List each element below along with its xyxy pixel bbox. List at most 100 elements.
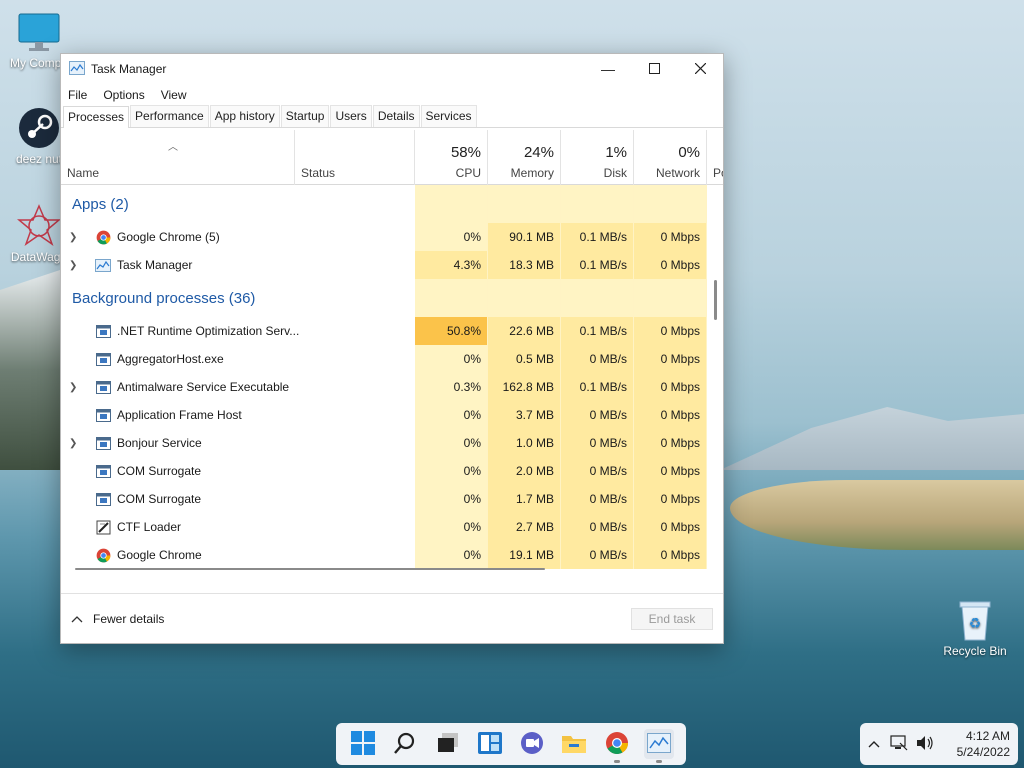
volume-icon[interactable] <box>916 735 934 754</box>
process-cpu-cell: 0% <box>415 223 488 251</box>
process-memory-cell: 0.5 MB <box>488 345 561 373</box>
taskmgr-icon <box>95 257 111 273</box>
group-network-cell <box>634 279 707 317</box>
maximize-button[interactable] <box>631 54 677 84</box>
column-header-cpu[interactable]: 58% CPU <box>415 130 488 185</box>
table-row[interactable]: ❯ Google Chrome (5) 0% 90.1 MB 0.1 MB/s 0 Mbp… <box>61 223 707 251</box>
column-header-network[interactable]: 0% Network <box>634 130 707 185</box>
windows-logo-icon <box>351 730 376 758</box>
group-cpu-cell <box>415 185 488 223</box>
tab-app-history[interactable]: App history <box>209 105 280 127</box>
group-label: Apps (2) <box>72 195 129 213</box>
group-cpu-cell <box>415 279 488 317</box>
horizontal-scroll-thumb[interactable] <box>75 568 545 570</box>
menu-options[interactable]: Options <box>102 86 145 104</box>
widgets-icon <box>477 731 502 757</box>
vertical-scrollbar[interactable] <box>714 280 717 320</box>
clock-date: 5/24/2022 <box>956 745 1010 759</box>
start-button[interactable] <box>348 729 378 759</box>
table-row[interactable]: ❯ Bonjour Service 0% 1.0 MB 0 MB/s 0 Mbps <box>61 429 707 457</box>
tab-bar: Processes Performance App history Startu… <box>61 105 723 128</box>
group-disk-cell <box>561 279 634 317</box>
process-grid: ︿ Name Status 58% CPU 24% Memory 1% Disk… <box>61 130 723 575</box>
title-bar[interactable]: Task Manager — <box>61 54 723 84</box>
steam-icon <box>17 106 61 150</box>
task-view-button[interactable] <box>433 729 463 759</box>
process-memory-cell: 18.3 MB <box>488 251 561 279</box>
table-row[interactable]: CTF Loader 0% 2.7 MB 0 MB/s 0 Mbps <box>61 513 707 541</box>
close-button[interactable] <box>677 54 723 84</box>
service-icon <box>95 491 111 507</box>
menu-view[interactable]: View <box>160 86 188 104</box>
clock[interactable]: 4:12 AM 5/24/2022 <box>957 728 1010 760</box>
service-icon <box>95 379 111 395</box>
table-row[interactable]: COM Surrogate 0% 1.7 MB 0 MB/s 0 Mbps <box>61 485 707 513</box>
tab-processes[interactable]: Processes <box>63 106 130 128</box>
chevron-up-icon[interactable] <box>71 612 83 626</box>
table-row[interactable]: COM Surrogate 0% 2.0 MB 0 MB/s 0 Mbps <box>61 457 707 485</box>
chrome-taskbar-button[interactable] <box>602 729 632 763</box>
column-header-disk[interactable]: 1% Disk <box>561 130 634 185</box>
table-row[interactable]: ❯ Task Manager 4.3% 18.3 MB 0.1 MB/s 0 Mbps <box>61 251 707 279</box>
network-icon[interactable] <box>890 734 908 754</box>
process-rows: Apps (2) ❯ Google Chrome (5) 0% 90.1 MB 0.1 M… <box>61 185 707 569</box>
process-disk-cell: 0.1 MB/s <box>561 373 634 401</box>
task-manager-window[interactable]: Task Manager — File Options View Process… <box>60 53 724 644</box>
tab-users[interactable]: Users <box>330 105 372 127</box>
process-cpu-cell: 0% <box>415 513 488 541</box>
service-icon <box>95 435 111 451</box>
taskbar <box>336 723 686 765</box>
process-disk-cell: 0.1 MB/s <box>561 251 634 279</box>
tab-startup[interactable]: Startup <box>280 105 330 127</box>
footer-bar: Fewer details End task <box>61 593 723 643</box>
column-header-memory[interactable]: 24% Memory <box>488 130 561 185</box>
chevron-right-icon[interactable]: ❯ <box>69 438 83 449</box>
tab-services[interactable]: Services <box>420 105 477 127</box>
background-hills <box>720 407 1024 470</box>
group-memory-cell <box>488 279 561 317</box>
process-memory-cell: 90.1 MB <box>488 223 561 251</box>
end-task-button[interactable]: End task <box>631 608 713 630</box>
taskmgr-icon <box>69 60 85 78</box>
minimize-button[interactable]: — <box>585 54 631 84</box>
fewer-details-link[interactable]: Fewer details <box>93 612 164 626</box>
chat-button[interactable] <box>517 729 547 759</box>
process-cpu-cell: 0% <box>415 401 488 429</box>
table-row[interactable]: Application Frame Host 0% 3.7 MB 0 MB/s 0 Mb… <box>61 401 707 429</box>
column-header-name[interactable]: ︿ Name <box>61 130 295 185</box>
file-explorer-button[interactable] <box>559 729 589 759</box>
table-row[interactable]: ❯ Antimalware Service Executable 0.3% 162.8… <box>61 373 707 401</box>
column-header-power[interactable]: Po <box>707 130 723 185</box>
table-row[interactable]: AggregatorHost.exe 0% 0.5 MB 0 MB/s 0 Mbps <box>61 345 707 373</box>
horizontal-scrollbar[interactable] <box>61 565 723 573</box>
process-network-cell: 0 Mbps <box>634 485 707 513</box>
menu-file[interactable]: File <box>67 86 88 104</box>
search-button[interactable] <box>390 729 420 759</box>
group-network-cell <box>634 185 707 223</box>
process-name: Task Manager <box>117 258 193 272</box>
tab-performance[interactable]: Performance <box>130 105 209 127</box>
widgets-button[interactable] <box>475 729 505 759</box>
task-manager-taskbar-button[interactable] <box>643 729 674 763</box>
chevron-up-icon[interactable] <box>868 737 880 751</box>
process-network-cell: 0 Mbps <box>634 373 707 401</box>
process-name: Google Chrome (5) <box>117 230 220 244</box>
process-memory-cell: 2.0 MB <box>488 457 561 485</box>
process-memory-cell: 3.7 MB <box>488 401 561 429</box>
process-name-cell: CTF Loader <box>61 513 415 541</box>
process-cpu-cell: 0% <box>415 457 488 485</box>
group-row-background: Background processes (36) <box>61 279 707 317</box>
table-row[interactable]: .NET Runtime Optimization Serv... 50.8% 22… <box>61 317 707 345</box>
monitor-icon <box>17 10 61 54</box>
process-disk-cell: 0 MB/s <box>561 401 634 429</box>
chevron-right-icon[interactable]: ❯ <box>69 232 83 243</box>
column-header-status[interactable]: Status <box>295 130 415 185</box>
chevron-right-icon[interactable]: ❯ <box>69 382 83 393</box>
process-network-cell: 0 Mbps <box>634 251 707 279</box>
chevron-right-icon[interactable]: ❯ <box>69 260 83 271</box>
process-cpu-cell: 0% <box>415 485 488 513</box>
process-disk-cell: 0 MB/s <box>561 513 634 541</box>
process-name: Application Frame Host <box>117 408 242 422</box>
desktop-icon-recycle-bin[interactable]: ♻ Recycle Bin <box>938 598 1012 658</box>
tab-details[interactable]: Details <box>372 105 420 127</box>
